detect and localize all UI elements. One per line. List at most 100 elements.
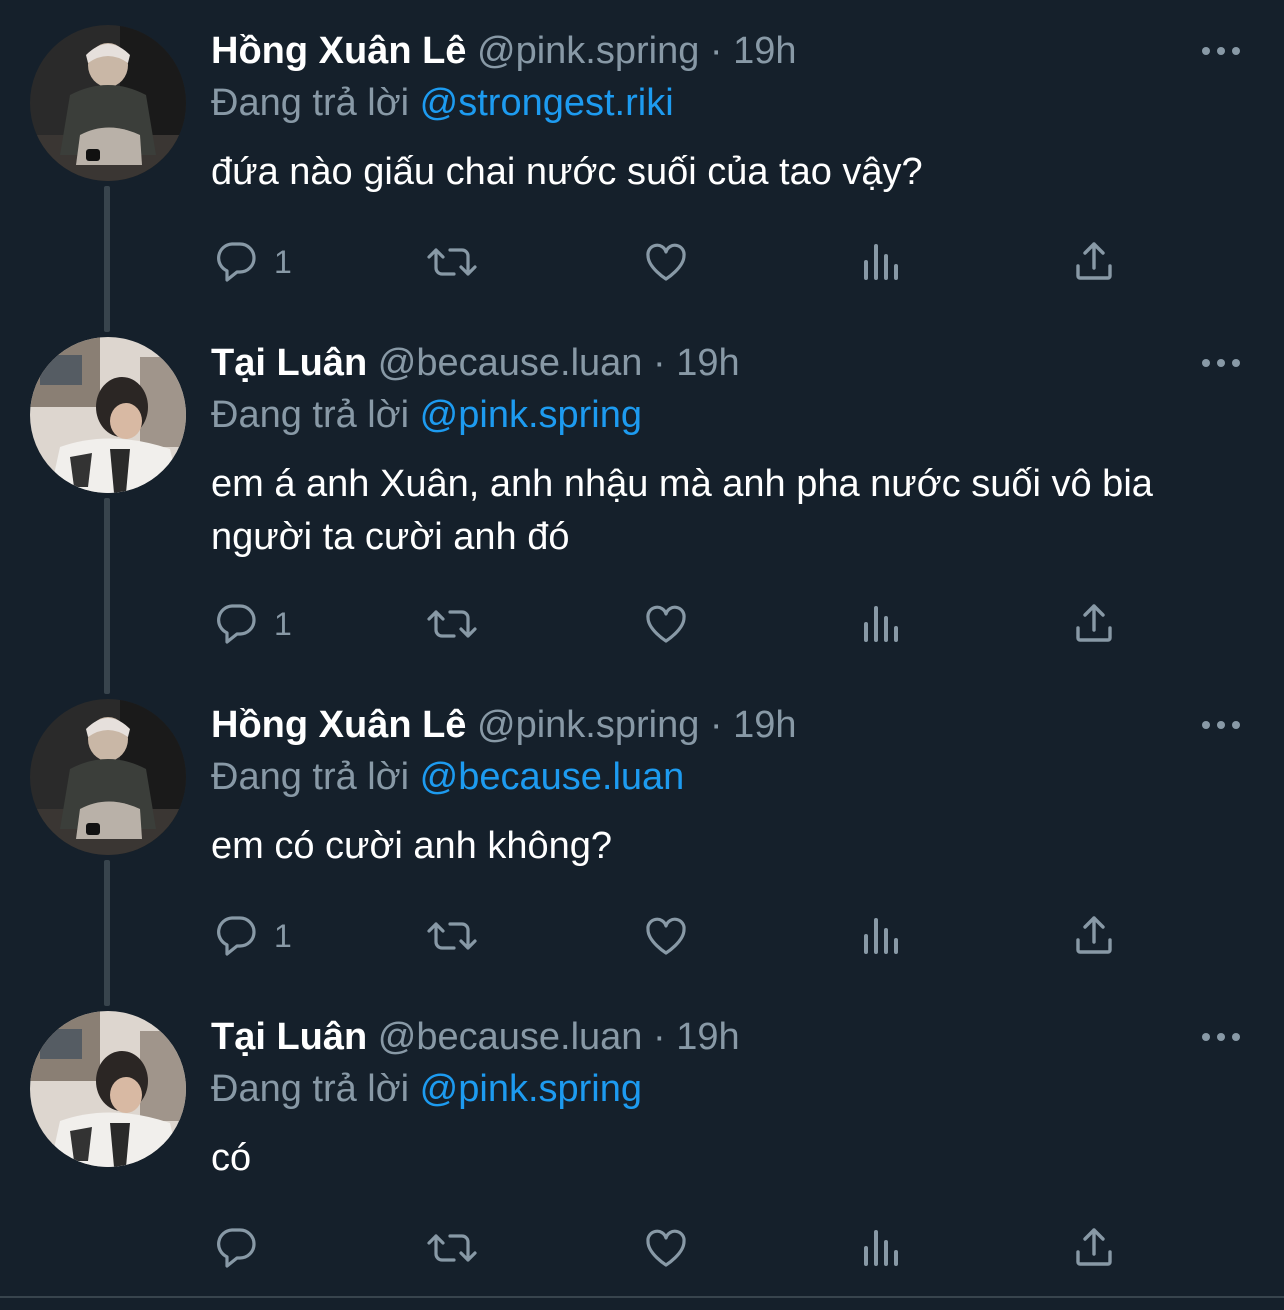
reply-button[interactable]: 1 xyxy=(212,232,292,292)
reply-button[interactable]: 1 xyxy=(212,906,292,966)
retweet-icon xyxy=(427,610,477,638)
display-name[interactable]: Tại Luân xyxy=(211,1016,367,1058)
avatar[interactable] xyxy=(30,25,186,181)
tweet[interactable]: Hồng Xuân Lê @pink.spring · 19h Đang trả… xyxy=(0,674,1284,986)
share-button[interactable] xyxy=(1070,1218,1118,1278)
reply-icon xyxy=(217,242,256,282)
action-bar xyxy=(0,1218,1284,1278)
analytics-button[interactable] xyxy=(858,1218,906,1278)
reply-count: 1 xyxy=(274,605,292,642)
reply-button[interactable]: 1 xyxy=(212,594,292,654)
separator: · xyxy=(709,704,723,746)
like-icon xyxy=(646,243,686,281)
tweet-text: em á anh Xuân, anh nhậu mà anh pha nước … xyxy=(211,463,1153,558)
share-icon xyxy=(1076,242,1112,280)
retweet-button[interactable] xyxy=(426,594,478,654)
tweet[interactable]: Tại Luân @because.luan · 19h Đang trả lờ… xyxy=(0,312,1284,644)
mention-link[interactable]: @strongest.riki xyxy=(420,82,674,124)
separator: · xyxy=(709,30,723,72)
analytics-button[interactable] xyxy=(858,232,906,292)
replying-to-label: Đang trả lời xyxy=(211,1068,410,1110)
timestamp[interactable]: 19h xyxy=(733,704,796,746)
share-button[interactable] xyxy=(1070,232,1118,292)
retweet-icon xyxy=(427,248,477,276)
mention-link[interactable]: @pink.spring xyxy=(420,394,642,436)
more-options-button[interactable] xyxy=(1196,36,1246,66)
reply-icon xyxy=(217,916,256,956)
timestamp[interactable]: 19h xyxy=(733,30,796,72)
analytics-icon xyxy=(864,244,898,280)
analytics-icon xyxy=(864,918,898,954)
retweet-button[interactable] xyxy=(426,1218,478,1278)
tweet-text: đứa nào giấu chai nước suối của tao vậy? xyxy=(211,151,923,193)
timestamp[interactable]: 19h xyxy=(676,1016,739,1058)
replying-to: Đang trả lời @because.luan xyxy=(211,752,684,802)
handle[interactable]: @pink.spring xyxy=(477,704,699,746)
more-options-button[interactable] xyxy=(1196,1022,1246,1052)
replying-to-label: Đang trả lời xyxy=(211,756,410,798)
analytics-button[interactable] xyxy=(858,906,906,966)
reply-icon xyxy=(217,1228,256,1268)
reply-count: 1 xyxy=(274,917,292,954)
tweet-header: Tại Luân @because.luan · 19h xyxy=(211,1012,740,1062)
like-button[interactable] xyxy=(642,906,690,966)
handle[interactable]: @because.luan xyxy=(378,342,643,384)
more-options-button[interactable] xyxy=(1196,348,1246,378)
like-button[interactable] xyxy=(642,1218,690,1278)
tweet[interactable]: Tại Luân @because.luan · 19h Đang trả lờ… xyxy=(0,986,1284,1298)
share-icon xyxy=(1076,604,1112,642)
like-button[interactable] xyxy=(642,232,690,292)
reply-count: 1 xyxy=(274,243,292,280)
tweet-thread: Hồng Xuân Lê @pink.spring · 19h Đang trả… xyxy=(0,0,1284,1310)
avatar[interactable] xyxy=(30,699,186,855)
share-icon xyxy=(1076,916,1112,954)
tweet-header: Tại Luân @because.luan · 19h xyxy=(211,338,740,388)
more-icon xyxy=(1202,47,1240,55)
share-button[interactable] xyxy=(1070,594,1118,654)
mention-link[interactable]: @pink.spring xyxy=(420,1068,642,1110)
more-options-button[interactable] xyxy=(1196,710,1246,740)
retweet-button[interactable] xyxy=(426,906,478,966)
share-icon xyxy=(1076,1228,1112,1266)
timestamp[interactable]: 19h xyxy=(676,342,739,384)
avatar[interactable] xyxy=(30,337,186,493)
analytics-icon xyxy=(864,606,898,642)
tweet-header: Hồng Xuân Lê @pink.spring · 19h xyxy=(211,26,797,76)
more-icon xyxy=(1202,721,1240,729)
like-icon xyxy=(646,605,686,643)
action-bar: 1 xyxy=(0,232,1284,292)
tweet-header: Hồng Xuân Lê @pink.spring · 19h xyxy=(211,700,797,750)
separator: · xyxy=(653,342,666,384)
replying-to: Đang trả lời @pink.spring xyxy=(211,390,642,440)
avatar[interactable] xyxy=(30,1011,186,1167)
analytics-icon xyxy=(864,1230,898,1266)
share-button[interactable] xyxy=(1070,906,1118,966)
reply-icon xyxy=(217,604,256,644)
handle[interactable]: @because.luan xyxy=(378,1016,643,1058)
like-icon xyxy=(646,917,686,955)
tweet-text: em có cười anh không? xyxy=(211,825,613,867)
like-icon xyxy=(646,1229,686,1267)
display-name[interactable]: Tại Luân xyxy=(211,342,367,384)
display-name[interactable]: Hồng Xuân Lê xyxy=(211,30,466,72)
retweet-icon xyxy=(427,1234,477,1262)
like-button[interactable] xyxy=(642,594,690,654)
display-name[interactable]: Hồng Xuân Lê xyxy=(211,704,466,746)
divider xyxy=(0,1296,1284,1298)
replying-to-label: Đang trả lời xyxy=(211,394,410,436)
more-icon xyxy=(1202,359,1240,367)
replying-to: Đang trả lời @pink.spring xyxy=(211,1064,642,1114)
reply-button[interactable] xyxy=(212,1218,260,1278)
more-icon xyxy=(1202,1033,1240,1041)
replying-to: Đang trả lời @strongest.riki xyxy=(211,78,674,128)
tweet-text: có xyxy=(211,1137,252,1179)
handle[interactable]: @pink.spring xyxy=(477,30,699,72)
separator: · xyxy=(653,1016,666,1058)
tweet[interactable]: Hồng Xuân Lê @pink.spring · 19h Đang trả… xyxy=(0,0,1284,312)
action-bar: 1 xyxy=(0,906,1284,966)
analytics-button[interactable] xyxy=(858,594,906,654)
mention-link[interactable]: @because.luan xyxy=(420,756,685,798)
retweet-icon xyxy=(427,922,477,950)
replying-to-label: Đang trả lời xyxy=(211,82,410,124)
retweet-button[interactable] xyxy=(426,232,478,292)
